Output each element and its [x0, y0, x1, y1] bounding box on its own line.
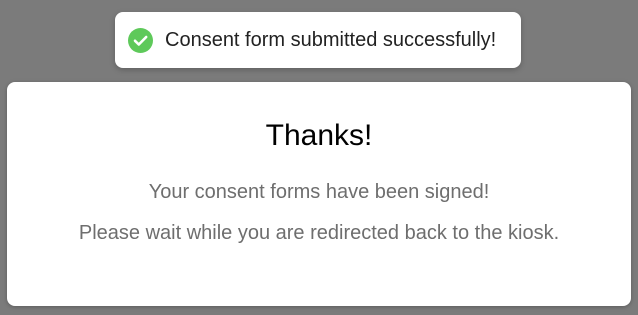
- dialog-message-signed: Your consent forms have been signed!: [148, 181, 490, 203]
- success-toast[interactable]: Consent form submitted successfully!: [115, 12, 521, 68]
- check-circle-icon: [128, 28, 153, 53]
- dialog-message-redirect: Please wait while you are redirected bac…: [78, 222, 560, 244]
- dialog-title: Thanks!: [265, 119, 373, 152]
- toast-message: Consent form submitted successfully!: [165, 29, 497, 51]
- confirmation-dialog: Thanks! Your consent forms have been sig…: [7, 82, 631, 306]
